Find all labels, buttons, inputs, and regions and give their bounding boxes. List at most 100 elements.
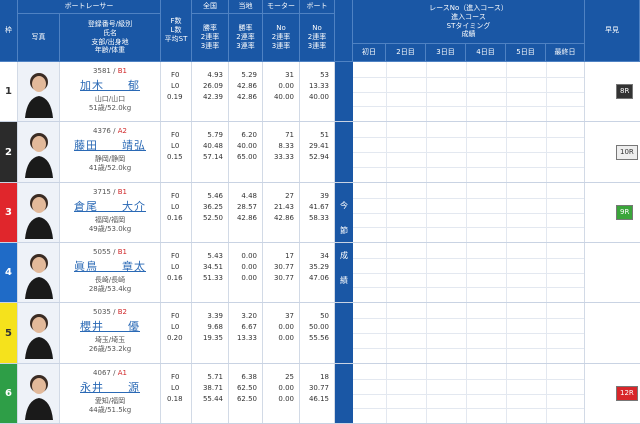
racer-row: 3 3715 / B1 倉尾 大介 福岡/福岡 49歳/53.0kg F0 L0 0… — [0, 183, 640, 243]
header-day-3: 3日目 — [426, 44, 466, 62]
hayami-race-badge[interactable]: 10R — [616, 145, 638, 160]
registration-class: 3715 / B1 — [93, 188, 127, 196]
f-l-st: F0 L0 0.15 — [161, 122, 192, 182]
f-l-st: F0 L0 0.16 — [161, 183, 192, 242]
zenkoku-stats: 4.93 26.09 42.39 — [192, 62, 229, 121]
registration-class: 5055 / B1 — [93, 248, 127, 256]
racer-row: 1 3581 / B1 加木 郁 山口/山口 51歳/52.0kg F0 L0 0.… — [0, 62, 640, 122]
f-l-st: F0 L0 0.18 — [161, 364, 192, 423]
racer-row: 5 5035 / B2 櫻井 優 埼玉/埼玉 26歳/53.2kg F0 L0 0.… — [0, 303, 640, 364]
racer-row: 4 5055 / B1 眞鳥 章太 長崎/長崎 28歳/53.4kg F0 L0 0… — [0, 243, 640, 303]
race-results-grid — [353, 243, 585, 302]
race-results-grid — [353, 303, 585, 363]
racer-name-link[interactable]: 倉尾 大介 — [60, 200, 160, 214]
motor-stats: 71 8.33 33.33 — [263, 122, 300, 182]
header-boat-rates: No 2連率 3連率 — [300, 14, 335, 62]
racer-photo — [18, 364, 60, 423]
racer-age-weight: 26歳/53.2kg — [88, 345, 132, 354]
header-motor: モーター — [263, 0, 300, 14]
header-motor-rates: No 2連率 3連率 — [263, 14, 300, 62]
racer-row: 2 4376 / A2 藤田 靖弘 静岡/静岡 41歳/52.0kg F0 L0 0… — [0, 122, 640, 183]
header-day-1: 初日 — [353, 44, 386, 62]
racer-age-weight: 44歳/51.5kg — [88, 406, 132, 415]
f-l-st: F0 L0 0.19 — [161, 62, 192, 121]
header-touchi: 当地 — [229, 0, 263, 14]
motor-stats: 25 0.00 0.00 — [263, 364, 300, 423]
hayami-race-badge[interactable]: 9R — [616, 205, 634, 220]
racer-info: 5055 / B1 眞鳥 章太 長崎/長崎 28歳/53.4kg — [60, 243, 161, 302]
touchi-stats: 6.38 62.50 62.50 — [229, 364, 263, 423]
header-hayami: 早見 — [585, 0, 640, 62]
hayami-cell — [585, 303, 640, 363]
motor-stats: 37 0.00 0.00 — [263, 303, 300, 363]
header-day-final: 最終日 — [546, 44, 585, 62]
registration-class: 3581 / B1 — [93, 67, 127, 75]
boat-stats: 34 35.29 47.06 — [300, 243, 335, 302]
header-waku: 枠 — [0, 0, 18, 62]
hayami-race-badge[interactable]: 8R — [616, 84, 634, 99]
header-zenkoku-rates: 勝率 2連率 3連率 — [192, 14, 229, 62]
race-results-grid — [353, 122, 585, 182]
boat-stats: 51 29.41 52.94 — [300, 122, 335, 182]
hayami-cell: 8R — [585, 62, 640, 121]
waku-number: 3 — [0, 183, 18, 242]
header-race-info: レースNo（進入コース） 進入コース STタイミング 成績 — [353, 0, 585, 44]
zenkoku-stats: 5.43 34.51 51.33 — [192, 243, 229, 302]
racer-name-link[interactable]: 櫻井 優 — [60, 320, 160, 334]
racer-age-weight: 51歳/52.0kg — [88, 104, 132, 113]
f-l-st: F0 L0 0.16 — [161, 243, 192, 302]
f-l-st: F0 L0 0.20 — [161, 303, 192, 363]
waku-number: 4 — [0, 243, 18, 302]
header-f-l-st: F数 L数 平均ST — [161, 0, 192, 62]
racer-name-link[interactable]: 藤田 靖弘 — [60, 139, 160, 153]
racer-photo — [18, 243, 60, 302]
registration-class: 5035 / B2 — [93, 308, 127, 316]
touchi-stats: 6.20 40.00 65.00 — [229, 122, 263, 182]
racer-photo — [18, 303, 60, 363]
racer-age-weight: 28歳/53.4kg — [88, 285, 132, 294]
header-boat: ボート — [300, 0, 335, 14]
racer-photo — [18, 183, 60, 242]
hayami-cell: 10R — [585, 122, 640, 182]
racer-name-link[interactable]: 加木 郁 — [60, 79, 160, 93]
motor-stats: 17 30.77 30.77 — [263, 243, 300, 302]
racer-row: 6 4067 / A1 永井 源 愛知/福岡 44歳/51.5kg F0 L0 0.… — [0, 364, 640, 424]
header-zenkoku: 全国 — [192, 0, 229, 14]
hayami-cell: 9R — [585, 183, 640, 242]
racer-photo — [18, 122, 60, 182]
touchi-stats: 4.48 28.57 42.86 — [229, 183, 263, 242]
motor-stats: 27 21.43 42.86 — [263, 183, 300, 242]
racer-info: 5035 / B2 櫻井 優 埼玉/埼玉 26歳/53.2kg — [60, 303, 161, 363]
zenkoku-stats: 5.46 36.25 52.50 — [192, 183, 229, 242]
racer-age-weight: 41歳/52.0kg — [88, 164, 132, 173]
boat-stats: 39 41.67 58.33 — [300, 183, 335, 242]
racer-info: 3715 / B1 倉尾 大介 福岡/福岡 49歳/53.0kg — [60, 183, 161, 242]
touchi-stats: 5.29 42.86 42.86 — [229, 62, 263, 121]
touchi-stats: 3.20 6.67 13.33 — [229, 303, 263, 363]
hayami-cell: 12R — [585, 364, 640, 423]
racer-name-link[interactable]: 永井 源 — [60, 381, 160, 395]
boat-stats: 18 30.77 46.15 — [300, 364, 335, 423]
header-day-5: 5日目 — [506, 44, 546, 62]
racer-name-link[interactable]: 眞鳥 章太 — [60, 260, 160, 274]
zenkoku-stats: 5.79 40.48 57.14 — [192, 122, 229, 182]
header-touchi-rates: 勝率 2連率 3連率 — [229, 14, 263, 62]
touchi-stats: 0.00 0.00 0.00 — [229, 243, 263, 302]
zenkoku-stats: 3.39 9.68 19.35 — [192, 303, 229, 363]
race-results-grid — [353, 183, 585, 242]
header-day-2: 2日目 — [386, 44, 426, 62]
racer-info: 4067 / A1 永井 源 愛知/福岡 44歳/51.5kg — [60, 364, 161, 423]
motor-stats: 31 0.00 40.00 — [263, 62, 300, 121]
racer-info: 4376 / A2 藤田 靖弘 静岡/静岡 41歳/52.0kg — [60, 122, 161, 182]
racer-info: 3581 / B1 加木 郁 山口/山口 51歳/52.0kg — [60, 62, 161, 121]
waku-number: 1 — [0, 62, 18, 121]
zenkoku-stats: 5.71 38.71 55.44 — [192, 364, 229, 423]
registration-class: 4376 / A2 — [93, 127, 127, 135]
header-photo: 写真 — [18, 14, 60, 62]
hayami-race-badge[interactable]: 12R — [616, 386, 638, 401]
racer-photo — [18, 62, 60, 121]
header-day-4: 4日目 — [466, 44, 506, 62]
racer-age-weight: 49歳/53.0kg — [88, 225, 132, 234]
boat-stats: 50 50.00 55.56 — [300, 303, 335, 363]
race-results-grid — [353, 364, 585, 423]
